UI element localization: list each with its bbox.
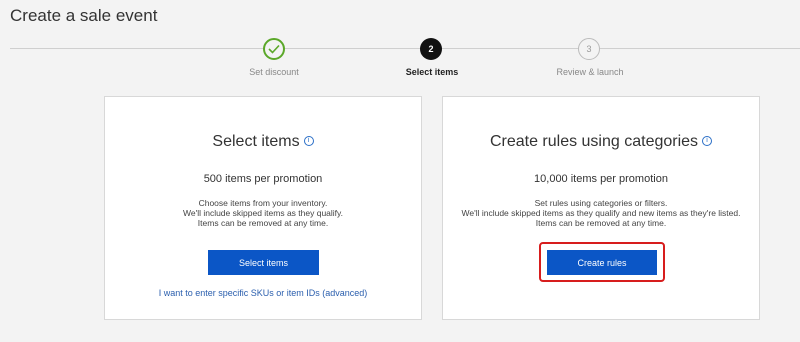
step-label: Select items bbox=[405, 67, 459, 77]
card-title-text: Select items bbox=[212, 133, 300, 150]
step-label: Review & launch bbox=[556, 67, 624, 77]
create-rules-card: Create rules using categories i 10,000 it… bbox=[442, 96, 760, 320]
description-line: Items can be removed at any time. bbox=[535, 218, 667, 228]
page-title: Create a sale event bbox=[10, 6, 158, 25]
description-line: We'll include skipped items as they qual… bbox=[182, 208, 344, 218]
step-complete-circle bbox=[263, 38, 285, 60]
check-icon bbox=[268, 44, 280, 54]
card-description: Choose items from your inventory. We'll … bbox=[105, 198, 421, 228]
step-number: 3 bbox=[578, 38, 600, 60]
stepper-track bbox=[10, 48, 800, 49]
description-line: Set rules using categories or filters. bbox=[534, 198, 668, 208]
card-subtitle: 10,000 items per promotion bbox=[534, 173, 668, 185]
info-icon[interactable]: i bbox=[702, 135, 713, 146]
card-title: Create rules using categories i bbox=[443, 133, 759, 151]
card-description: Set rules using categories or filters. W… bbox=[443, 198, 759, 228]
step-label: Set discount bbox=[249, 67, 299, 77]
create-rules-button[interactable]: Create rules bbox=[547, 250, 657, 275]
description-line: Items can be removed at any time. bbox=[197, 218, 329, 228]
info-icon[interactable]: i bbox=[303, 135, 314, 146]
description-line: Choose items from your inventory. bbox=[198, 198, 328, 208]
card-title: Select items i bbox=[105, 133, 421, 151]
select-items-button[interactable]: Select items bbox=[208, 250, 319, 275]
card-title-text: Create rules using categories bbox=[489, 133, 699, 150]
description-line: We'll include skipped items as they qual… bbox=[461, 208, 741, 218]
step-number: 2 bbox=[420, 38, 442, 60]
select-items-card: Select items i 500 items per promotion Ch… bbox=[104, 96, 422, 320]
advanced-sku-link[interactable]: I want to enter specific SKUs or item ID… bbox=[105, 288, 421, 298]
card-subtitle: 500 items per promotion bbox=[203, 173, 323, 185]
